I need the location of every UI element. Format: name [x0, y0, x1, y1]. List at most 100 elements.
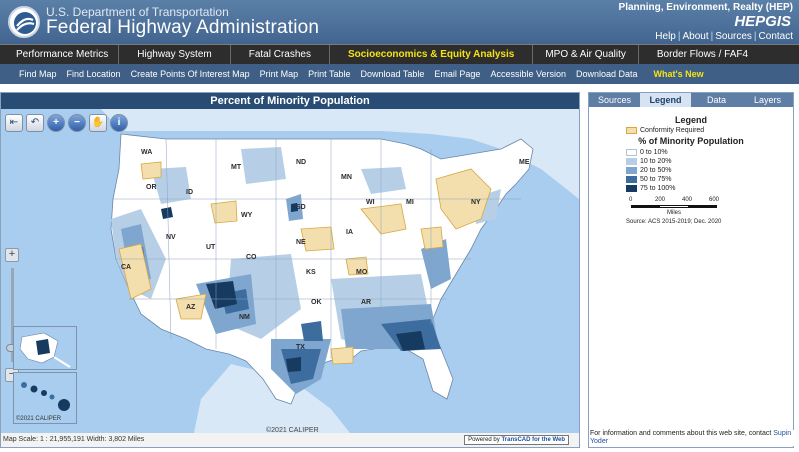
- state-label: SD: [296, 204, 306, 211]
- tab-legend[interactable]: Legend: [640, 93, 691, 107]
- hawaii-inset[interactable]: ©2021 CALIPER: [13, 372, 77, 424]
- side-panel: Sources Legend Data Layers Legend Confor…: [588, 92, 794, 448]
- scale-tick: 0: [629, 197, 633, 203]
- state-label: WY: [241, 212, 253, 219]
- find-location-link[interactable]: Find Location: [62, 69, 126, 79]
- info-icon[interactable]: i: [110, 114, 128, 132]
- contact-note-text: For information and comments about this …: [590, 430, 774, 437]
- legend-class: 50 to 75%: [626, 175, 675, 184]
- state-label: NE: [296, 239, 306, 246]
- zoom-out-icon[interactable]: −: [68, 114, 86, 132]
- scale-bar-graphic: [631, 205, 717, 208]
- email-page-link[interactable]: Email Page: [429, 69, 485, 79]
- state-label: IA: [346, 229, 353, 236]
- legend-class: 10 to 20%: [626, 157, 675, 166]
- download-data-link[interactable]: Download Data: [571, 69, 643, 79]
- powered-by-badge[interactable]: Powered by TransCAD for the Web: [464, 435, 569, 445]
- state-label: TX: [296, 344, 305, 351]
- dot-logo-icon[interactable]: [8, 6, 40, 38]
- legend-subtitle: % of Minority Population: [638, 136, 744, 146]
- print-map-link[interactable]: Print Map: [255, 69, 304, 79]
- help-link[interactable]: Help: [653, 31, 678, 42]
- state-label: NY: [471, 199, 481, 206]
- powered-by-product: TransCAD for the Web: [501, 437, 565, 443]
- legend-swatch: [626, 176, 637, 183]
- state-label: CA: [121, 264, 131, 271]
- previous-extent-icon[interactable]: ↶: [26, 114, 44, 132]
- nav-border-flows[interactable]: Border Flows / FAF4: [639, 45, 766, 65]
- state-label: MO: [356, 269, 368, 276]
- tool-nav: Find Map Find Location Create Points Of …: [0, 64, 799, 84]
- main-nav: Performance Metrics Highway System Fatal…: [0, 44, 799, 65]
- nav-highway-system[interactable]: Highway System: [119, 44, 231, 65]
- site-contact-note: For information and comments about this …: [590, 430, 794, 446]
- hepgis-page: U.S. Department of Transportation Federa…: [0, 0, 799, 452]
- office-name: Planning, Environment, Realty (HEP): [618, 2, 793, 13]
- legend-class-label: 75 to 100%: [640, 185, 676, 192]
- find-map-link[interactable]: Find Map: [14, 69, 62, 79]
- conformity-label: Conformity Required: [640, 127, 705, 134]
- create-poi-map-link[interactable]: Create Points Of Interest Map: [126, 69, 255, 79]
- state-label: MN: [341, 174, 352, 181]
- state-label: ID: [186, 189, 193, 196]
- utility-links: Help | About | Sources | Contact: [653, 31, 795, 42]
- state-label: WA: [141, 149, 152, 156]
- tab-data[interactable]: Data: [691, 93, 742, 107]
- whats-new-link[interactable]: What's New: [649, 69, 709, 79]
- panel-tabs: Sources Legend Data Layers: [589, 93, 793, 107]
- legend-class: 75 to 100%: [626, 184, 675, 193]
- tab-layers[interactable]: Layers: [742, 93, 793, 107]
- state-label: NM: [239, 314, 250, 321]
- tab-sources[interactable]: Sources: [589, 93, 640, 107]
- legend-swatch: [626, 158, 637, 165]
- about-link[interactable]: About: [680, 31, 710, 42]
- zoom-in-icon[interactable]: +: [47, 114, 65, 132]
- print-table-link[interactable]: Print Table: [303, 69, 355, 79]
- sources-link[interactable]: Sources: [713, 31, 754, 42]
- legend-class-label: 10 to 20%: [640, 158, 672, 165]
- nav-fatal-crashes[interactable]: Fatal Crashes: [231, 44, 330, 65]
- legend-class: 20 to 50%: [626, 166, 675, 175]
- legend-classes: 0 to 10% 10 to 20% 20 to 50% 50 to 75% 7…: [626, 148, 675, 193]
- state-label: AZ: [186, 304, 196, 311]
- pan-extent-icon[interactable]: ⇤: [5, 114, 23, 132]
- download-table-link[interactable]: Download Table: [356, 69, 430, 79]
- state-label: OK: [311, 299, 322, 306]
- state-label: OR: [146, 184, 157, 191]
- nav-socioeconomics[interactable]: Socioeconomics & Equity Analysis: [330, 44, 534, 65]
- contact-link[interactable]: Contact: [757, 31, 795, 42]
- map-toolbar: ⇤ ↶ + − ✋ i: [5, 114, 128, 132]
- legend-class: 0 to 10%: [626, 148, 675, 157]
- nav-mpo-air-quality[interactable]: MPO & Air Quality: [533, 44, 639, 65]
- powered-by-prefix: Powered by: [468, 437, 502, 443]
- alaska-inset[interactable]: [13, 326, 77, 370]
- inset-copyright: ©2021 CALIPER: [16, 416, 62, 422]
- conformity-swatch: [626, 127, 637, 134]
- legend-class-label: 50 to 75%: [640, 176, 672, 183]
- state-label: NV: [166, 234, 176, 241]
- pan-hand-icon[interactable]: ✋: [89, 114, 107, 132]
- state-label: AR: [361, 299, 371, 306]
- legend-swatch: [626, 185, 637, 192]
- scale-units: Miles: [666, 210, 681, 216]
- state-label: MI: [406, 199, 414, 206]
- state-label: CO: [246, 254, 257, 261]
- legend: Legend Conformity Required % of Minority…: [589, 115, 793, 225]
- scale-tick: 200: [655, 197, 666, 203]
- state-label: WI: [366, 199, 375, 206]
- state-label: KS: [306, 269, 316, 276]
- accessible-version-link[interactable]: Accessible Version: [485, 69, 571, 79]
- map-panel: Percent of Minority Population WA MT ND …: [0, 92, 580, 448]
- app-title[interactable]: HEPGIS: [734, 13, 791, 30]
- legend-class-label: 20 to 50%: [640, 167, 672, 174]
- legend-swatch: [626, 149, 637, 156]
- state-label: ME: [519, 159, 530, 166]
- agency-name[interactable]: Federal Highway Administration: [46, 17, 319, 39]
- us-choropleth-map[interactable]: WA MT ND MN ME OR ID SD WY WI MI NY NE I…: [1, 109, 579, 447]
- nav-performance-metrics[interactable]: Performance Metrics: [0, 44, 120, 65]
- legend-title: Legend: [674, 115, 707, 125]
- state-label: MT: [231, 164, 242, 171]
- state-label: ND: [296, 159, 306, 166]
- zoom-plus-button[interactable]: +: [5, 248, 19, 262]
- scale-tick: 600: [709, 197, 720, 203]
